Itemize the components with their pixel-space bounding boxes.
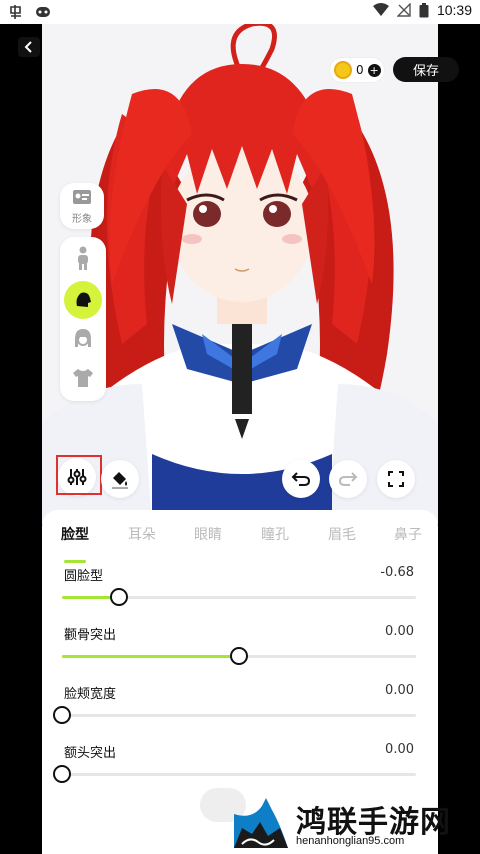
slider-label-cheek-width: 脸颊宽度 [64, 687, 117, 702]
game-controller-icon [36, 7, 50, 17]
slider-value-round-face: -0.68 [380, 565, 414, 580]
watermark-url: henanhonglian95.com [296, 835, 405, 847]
wifi-icon [372, 3, 389, 16]
save-button[interactable]: 保存 [393, 57, 459, 82]
tab-eyes[interactable]: 眼睛 [194, 524, 222, 544]
highlight-annotation [56, 455, 102, 495]
watermark-logo-icon [232, 798, 290, 850]
paint-bucket-icon [112, 472, 128, 489]
undo-button[interactable] [282, 460, 320, 498]
redo-icon [338, 472, 358, 486]
status-bar: 10:39 [0, 0, 480, 24]
id-card-icon [73, 190, 91, 204]
slider-fill [62, 655, 239, 658]
tab-nose[interactable]: 鼻子 [394, 524, 422, 544]
slider-thumb[interactable] [53, 706, 71, 724]
category-body[interactable] [68, 243, 98, 273]
coin-balance[interactable]: 0 + [330, 58, 384, 82]
slider-value-forehead: 0.00 [385, 742, 414, 757]
slider-round-face[interactable] [62, 588, 416, 606]
hair-icon [75, 329, 91, 347]
slider-cheekbone[interactable] [62, 647, 416, 665]
tab-face-shape[interactable]: 脸型 [61, 524, 89, 544]
status-time: 10:39 [436, 2, 472, 18]
coin-icon [334, 61, 352, 79]
chevron-left-icon [24, 41, 32, 53]
tab-ears[interactable]: 耳朵 [128, 524, 156, 544]
slider-label-cheekbone: 颧骨突出 [64, 628, 117, 643]
slider-thumb[interactable] [53, 765, 71, 783]
category-clothing[interactable] [68, 363, 98, 393]
profile-card[interactable]: 形象 [60, 183, 104, 229]
slider-label-forehead: 额头突出 [64, 746, 117, 761]
slider-thumb[interactable] [109, 588, 128, 606]
fullscreen-icon [388, 471, 404, 487]
add-coin-icon[interactable]: + [367, 63, 381, 77]
coin-count: 0 [356, 63, 364, 77]
fullscreen-button[interactable] [377, 460, 415, 498]
face-profile-icon [76, 292, 91, 307]
battery-icon [419, 2, 429, 17]
watermark: 鸿联手游网 henanhonglian95.com [232, 795, 478, 853]
app-notification-icon [10, 5, 21, 19]
slider-forehead[interactable] [53, 765, 416, 783]
person-icon [78, 246, 88, 270]
profile-label: 形象 [72, 214, 92, 225]
category-toolbar [60, 237, 106, 401]
back-button[interactable] [18, 37, 40, 57]
category-hair[interactable] [68, 323, 98, 353]
slider-cheek-width[interactable] [53, 706, 416, 724]
feature-tabs: 脸型 耳朵 眼睛 瞳孔 眉毛 鼻子 [42, 524, 438, 563]
tab-pupils[interactable]: 瞳孔 [261, 524, 289, 544]
slider-thumb[interactable] [230, 647, 248, 665]
slider-value-cheekbone: 0.00 [385, 624, 414, 639]
category-face[interactable] [64, 281, 102, 319]
color-button[interactable] [101, 460, 139, 498]
slider-value-cheek-width: 0.00 [385, 683, 414, 698]
active-tab-indicator [64, 560, 86, 563]
shirt-icon [73, 369, 93, 387]
signal-off-icon [396, 3, 411, 17]
tab-eyebrows[interactable]: 眉毛 [328, 524, 356, 544]
undo-icon [291, 472, 311, 486]
redo-button[interactable] [329, 460, 367, 498]
slider-label-round-face: 圆脸型 [64, 569, 104, 584]
